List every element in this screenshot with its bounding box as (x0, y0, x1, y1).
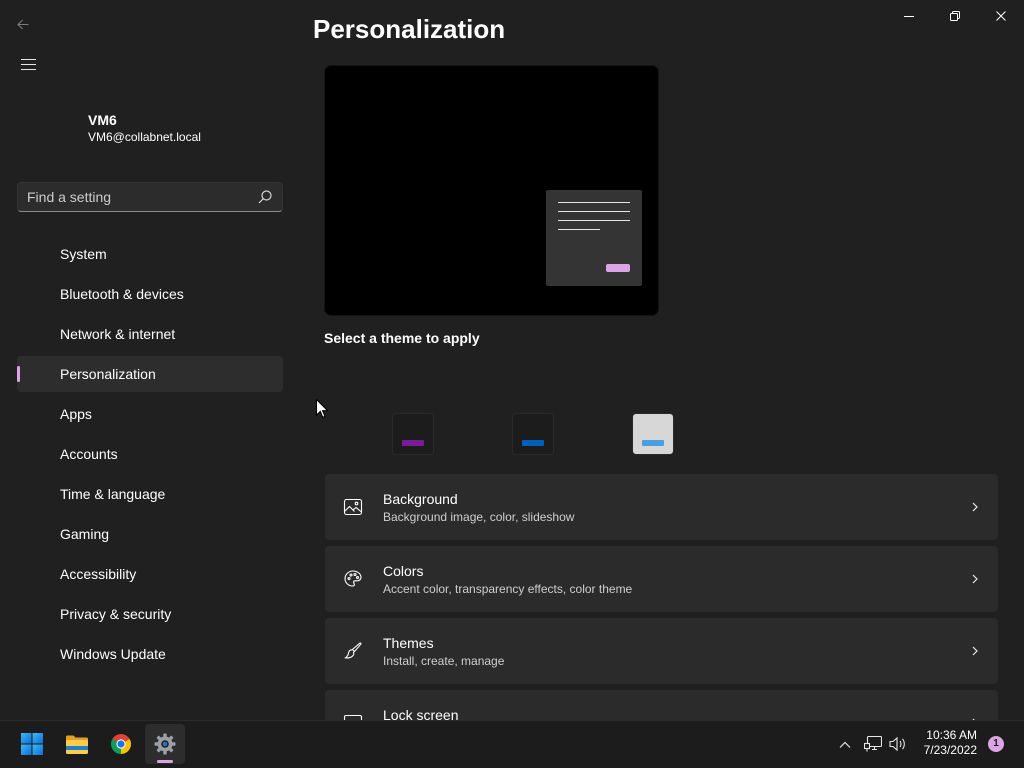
card-subtitle: Accent color, transparency effects, colo… (383, 582, 633, 596)
sidebar-item-personalization[interactable]: Personalization (17, 356, 283, 392)
palette-icon (344, 570, 362, 587)
lock-screen-icon (343, 714, 363, 720)
show-hidden-icons-button[interactable] (834, 734, 856, 754)
sidebar-item-bluetooth-devices[interactable]: Bluetooth & devices (17, 276, 283, 312)
navigation-menu-button[interactable] (12, 48, 44, 80)
theme-option-2[interactable] (512, 413, 554, 455)
card-title: Themes (383, 635, 434, 651)
theme-accent-bar (402, 440, 424, 446)
back-arrow-icon (17, 19, 29, 29)
sidebar-item-privacy-security[interactable]: Privacy & security (17, 596, 283, 632)
background-settings-card[interactable]: Background Background image, color, slid… (325, 474, 998, 540)
chevron-right-icon (972, 502, 978, 512)
card-title: Colors (383, 563, 424, 579)
sidebar-item-label: Network & internet (60, 326, 176, 342)
preview-accent-button (606, 264, 630, 272)
sidebar-item-apps[interactable]: Apps (17, 396, 283, 432)
clock-time: 10:36 AM (926, 728, 977, 742)
settings-gear-icon (154, 733, 176, 755)
user-name: VM6 (88, 112, 117, 128)
theme-preview (324, 65, 659, 316)
sidebar-item-windows-update[interactable]: Windows Update (17, 636, 283, 672)
theme-option-3[interactable] (632, 413, 674, 455)
close-icon (996, 11, 1006, 21)
sidebar-item-gaming[interactable]: Gaming (17, 516, 283, 552)
settings-app-button[interactable] (145, 724, 185, 764)
sidebar-item-system[interactable]: System (17, 236, 283, 272)
file-explorer-icon (66, 735, 88, 754)
preview-text-line (558, 202, 630, 203)
colors-settings-card[interactable]: Colors Accent color, transparency effect… (325, 546, 998, 612)
restore-icon (950, 11, 960, 21)
minimize-button[interactable] (886, 0, 932, 32)
back-button[interactable] (8, 9, 38, 39)
chrome-icon (111, 734, 131, 754)
clock-date-button[interactable]: 10:36 AM 7/23/2022 (905, 728, 977, 758)
start-button[interactable] (12, 724, 52, 764)
sidebar-item-label: Windows Update (60, 646, 166, 662)
themes-heading: Select a theme to apply (324, 330, 480, 346)
sidebar-item-label: System (60, 246, 107, 262)
close-button[interactable] (978, 0, 1024, 32)
image-icon (343, 498, 363, 516)
search-box[interactable] (17, 182, 283, 212)
preview-text-line (558, 211, 630, 212)
card-subtitle: Install, create, manage (383, 654, 505, 668)
sidebar-item-label: Privacy & security (60, 606, 172, 622)
settings-window: VM6 VM6@collabnet.local System Bluetooth… (0, 0, 1024, 720)
sidebar-item-label: Gaming (60, 526, 110, 542)
preview-window (546, 190, 642, 286)
page-title: Personalization (313, 14, 506, 44)
sidebar-item-label: Apps (60, 406, 92, 422)
sidebar-item-accounts[interactable]: Accounts (17, 436, 283, 472)
network-status-button[interactable] (862, 734, 884, 754)
show-hidden-icons-chevron-icon (839, 741, 851, 748)
network-icon (864, 736, 882, 752)
themes-settings-card[interactable]: Themes Install, create, manage (325, 618, 998, 684)
sidebar-item-network-internet[interactable]: Network & internet (17, 316, 283, 352)
theme-option-1[interactable] (392, 413, 434, 455)
chevron-right-icon (972, 646, 978, 656)
lock-screen-settings-card[interactable]: Lock screen (325, 690, 998, 720)
chevron-right-icon (972, 574, 978, 584)
sidebar-item-label: Accessibility (60, 566, 137, 582)
sidebar-nav: System Bluetooth & devices Network & int… (17, 236, 283, 676)
sidebar-item-label: Personalization (60, 366, 156, 382)
theme-accent-bar (642, 440, 664, 446)
restore-button[interactable] (932, 0, 978, 32)
hamburger-menu-icon (20, 58, 36, 70)
sidebar-item-time-language[interactable]: Time & language (17, 476, 283, 512)
sidebar-item-label: Bluetooth & devices (60, 286, 184, 302)
card-title: Background (383, 491, 458, 507)
card-title: Lock screen (383, 707, 459, 720)
clock-date: 7/23/2022 (923, 743, 977, 757)
sidebar-item-label: Time & language (60, 486, 166, 502)
windows-start-icon (21, 733, 43, 755)
file-explorer-button[interactable] (57, 724, 97, 764)
chrome-button[interactable] (101, 724, 141, 764)
theme-accent-bar (522, 440, 544, 446)
notification-badge[interactable]: 1 (988, 736, 1004, 752)
search-icon[interactable] (258, 190, 272, 204)
preview-text-line (558, 220, 630, 221)
brush-icon (343, 642, 362, 659)
selection-indicator (17, 366, 20, 382)
card-subtitle: Background image, color, slideshow (383, 510, 575, 524)
active-app-indicator (157, 760, 173, 763)
mouse-pointer-icon (316, 399, 328, 418)
user-account-block[interactable]: VM6 VM6@collabnet.local (88, 112, 278, 145)
preview-text-line (558, 229, 600, 230)
user-email: VM6@collabnet.local (88, 130, 201, 144)
taskbar: 10:36 AM 7/23/2022 1 (0, 720, 1024, 768)
minimize-icon (904, 16, 914, 17)
sidebar-item-accessibility[interactable]: Accessibility (17, 556, 283, 592)
sidebar-item-label: Accounts (60, 446, 118, 462)
search-input[interactable] (18, 183, 250, 211)
